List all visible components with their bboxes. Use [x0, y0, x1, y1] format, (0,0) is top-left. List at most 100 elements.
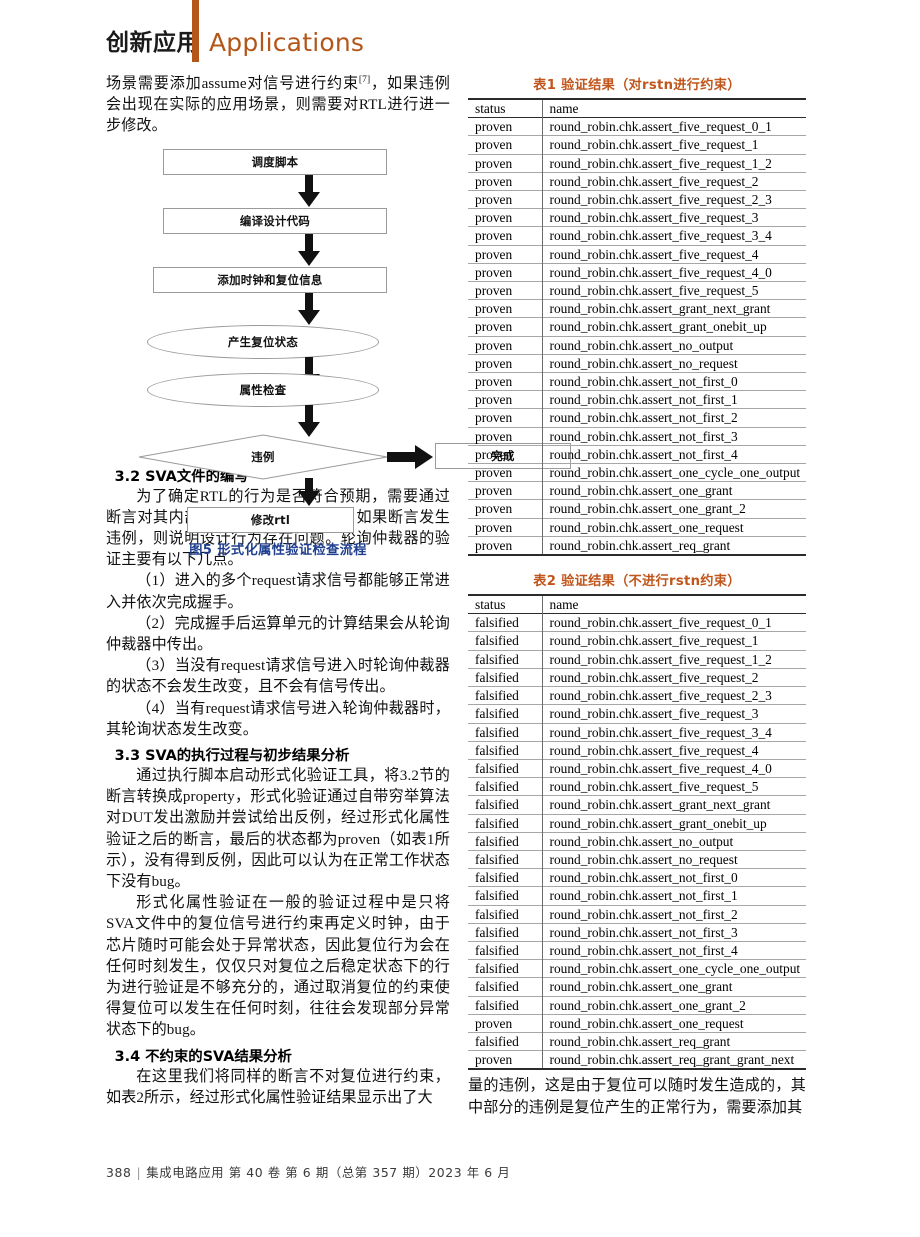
cell-name: round_robin.chk.assert_one_request: [541, 1013, 806, 1033]
cell-name: round_robin.chk.assert_one_grant_2: [541, 499, 806, 519]
cell-status: proven: [468, 353, 542, 373]
table-row: falsified round_robin.chk.assert_five_req…: [468, 667, 806, 687]
cell-status: falsified: [468, 904, 542, 924]
section-heading-3-4: 3.4 不约束的SVA结果分析: [114, 1048, 292, 1065]
flow-node-label: 违例: [251, 449, 275, 464]
flow-arrow-to-finish: [387, 444, 435, 475]
cell-status: falsified: [468, 831, 542, 851]
intro-paragraph: 场景需要添加assume对信号进行约束[7]，如果违例会出现在实际的应用场景，则…: [106, 74, 450, 138]
cell-status: proven: [468, 262, 542, 282]
cell-name: round_robin.chk.assert_no_request: [541, 849, 806, 869]
cell-status: proven: [468, 481, 542, 500]
table-row: proven round_robin.chk.assert_not_first_1: [468, 390, 806, 409]
cell-status: falsified: [468, 1031, 542, 1051]
section-heading-3-3: 3.3 SVA的执行过程与初步结果分析: [114, 748, 350, 765]
cell-name: round_robin.chk.assert_one_grant_2: [541, 995, 806, 1015]
cell-status: proven: [468, 299, 542, 318]
table-row: falsified round_robin.chk.assert_five_req…: [468, 686, 806, 705]
cell-name: round_robin.chk.assert_one_cycle_one_out…: [541, 959, 806, 978]
flow-node-label: 添加时钟和复位信息: [217, 272, 323, 287]
table-row: falsified round_robin.chk.assert_five_req…: [468, 740, 806, 760]
cell-name: round_robin.chk.assert_req_grant_grant_n…: [541, 1050, 806, 1071]
cell-status: falsified: [468, 758, 542, 778]
cell-status: proven: [468, 535, 542, 557]
cell-name: round_robin.chk.assert_grant_onebit_up: [541, 317, 806, 337]
cell-name: round_robin.chk.assert_not_first_0: [541, 372, 806, 391]
cell-status: proven: [468, 372, 542, 391]
cell-status: falsified: [468, 722, 542, 742]
cell-name: round_robin.chk.assert_grant_next_grant: [541, 795, 806, 815]
table2-block: 表2 验证结果（不进行rstn约束） status name falsified…: [468, 570, 806, 1071]
cell-status: falsified: [468, 886, 542, 906]
cell-name: round_robin.chk.assert_one_grant: [541, 481, 806, 500]
cell-status: falsified: [468, 613, 542, 632]
table-row: falsified round_robin.chk.assert_one_gran…: [468, 977, 806, 997]
cell-status: proven: [468, 1050, 542, 1071]
table-row: falsified round_robin.chk.assert_five_req…: [468, 613, 806, 632]
cell-status: falsified: [468, 922, 542, 942]
table-row: proven round_robin.chk.assert_not_first_2: [468, 408, 806, 428]
table-row: falsified round_robin.chk.assert_req_gran…: [468, 1031, 806, 1051]
cell-status: proven: [468, 426, 542, 446]
table-row: proven round_robin.chk.assert_not_first_4: [468, 444, 806, 464]
table-row: falsified round_robin.chk.assert_not_firs…: [468, 886, 806, 906]
flow-node-property-check: 属性检查: [147, 372, 379, 407]
table-row: proven round_robin.chk.assert_one_request: [468, 1013, 806, 1033]
table-row: falsified round_robin.chk.assert_five_req…: [468, 649, 806, 669]
table1-body: proven round_robin.chk.assert_five_reques…: [468, 117, 806, 557]
table-row: proven round_robin.chk.assert_req_grant_g…: [468, 1050, 806, 1071]
table1-block: 表1 验证结果（对rstn进行约束） status name proven rou…: [468, 74, 806, 557]
cell-name: round_robin.chk.assert_one_grant: [541, 977, 806, 997]
left-column: 场景需要添加assume对信号进行约束[7]，如果违例会出现在实际的应用场景，则…: [106, 74, 571, 1109]
page-footer: 388 | 集成电路应用 第 40 卷 第 6 期（总第 357 期）2023 年 …: [106, 1163, 510, 1181]
cell-name: round_robin.chk.assert_five_request_2: [541, 667, 806, 687]
table2-body: falsified round_robin.chk.assert_five_req…: [468, 613, 806, 1071]
table-row: proven round_robin.chk.assert_no_output: [468, 335, 806, 355]
cell-name: round_robin.chk.assert_five_request_1: [541, 631, 806, 651]
cell-status: falsified: [468, 740, 542, 760]
flow-node-violation-decision: 违例: [137, 434, 389, 480]
cell-status: proven: [468, 281, 542, 300]
table-row: proven round_robin.chk.assert_one_cycle_o…: [468, 463, 806, 482]
table-row: falsified round_robin.chk.assert_one_cycl…: [468, 959, 806, 978]
table-row: falsified round_robin.chk.assert_five_req…: [468, 777, 806, 796]
table-row: proven round_robin.chk.assert_five_reques…: [468, 281, 806, 300]
table-row: proven round_robin.chk.assert_five_reques…: [468, 171, 806, 191]
cell-name: round_robin.chk.assert_five_request_1_2: [541, 153, 806, 173]
cell-name: round_robin.chk.assert_no_request: [541, 353, 806, 373]
table-row: falsified round_robin.chk.assert_five_req…: [468, 722, 806, 742]
cell-status: proven: [468, 135, 542, 155]
cell-name: round_robin.chk.assert_one_cycle_one_out…: [541, 463, 806, 482]
section-3-2-paragraph-3: （2）完成握手后运算单元的计算结果会从轮询仲裁器中传出。: [106, 615, 450, 654]
table1-col-name: name: [541, 99, 806, 118]
table-spacer: [468, 556, 806, 570]
flow-node-label: 属性检查: [239, 382, 287, 397]
cell-status: falsified: [468, 631, 542, 651]
section-3-2-paragraph-2: （1）进入的多个request请求信号都能够正常进入并依次完成握手。: [106, 573, 450, 611]
cell-name: round_robin.chk.assert_one_request: [541, 517, 806, 537]
table-row: proven round_robin.chk.assert_one_grant: [468, 481, 806, 500]
table-row: falsified round_robin.chk.assert_no_reque…: [468, 849, 806, 869]
table2-caption: 表2 验证结果（不进行rstn约束）: [533, 574, 741, 590]
cell-status: proven: [468, 171, 542, 191]
table-row: falsified round_robin.chk.assert_not_firs…: [468, 940, 806, 960]
footer-page-number: 388: [106, 1165, 132, 1180]
cell-name: round_robin.chk.assert_five_request_4: [541, 740, 806, 760]
cell-name: round_robin.chk.assert_five_request_1: [541, 135, 806, 155]
cell-status: falsified: [468, 649, 542, 669]
flow-node-schedule-script: 调度脚本: [163, 148, 387, 175]
table-row: proven round_robin.chk.assert_not_first_3: [468, 426, 806, 446]
cell-name: round_robin.chk.assert_five_request_3: [541, 704, 806, 723]
cell-status: proven: [468, 226, 542, 246]
cell-name: round_robin.chk.assert_five_request_4_0: [541, 262, 806, 282]
table2-col-name: name: [541, 595, 806, 614]
cell-name: round_robin.chk.assert_five_request_0_1: [541, 613, 806, 632]
cell-name: round_robin.chk.assert_req_grant: [541, 535, 806, 557]
table-row: falsified round_robin.chk.assert_five_req…: [468, 758, 806, 778]
table-row: falsified round_robin.chk.assert_one_gran…: [468, 995, 806, 1015]
cell-name: round_robin.chk.assert_not_first_3: [541, 922, 806, 942]
cell-status: falsified: [468, 777, 542, 796]
cell-name: round_robin.chk.assert_not_first_4: [541, 444, 806, 464]
table-row: proven round_robin.chk.assert_no_request: [468, 353, 806, 373]
cell-name: round_robin.chk.assert_five_request_5: [541, 777, 806, 796]
